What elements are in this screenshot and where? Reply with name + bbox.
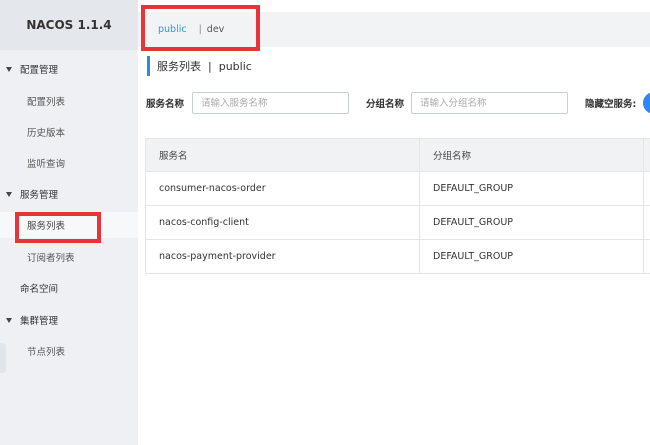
- group-name-input[interactable]: [411, 92, 568, 114]
- service-name-input[interactable]: [192, 92, 349, 114]
- namespace-separator: |: [198, 24, 202, 35]
- sidebar-item-service-list[interactable]: 服务列表: [0, 212, 138, 238]
- page-title-separator: |: [208, 59, 212, 73]
- menu-group-cluster[interactable]: 集群管理: [0, 309, 138, 331]
- table-row[interactable]: nacos-payment-provider DEFAULT_GROUP 1: [146, 239, 650, 273]
- brand-title: NACOS 1.1.4: [0, 0, 138, 50]
- sidebar-item-subscriber-list[interactable]: 订阅者列表: [0, 244, 138, 270]
- namespace-public-link[interactable]: public: [158, 24, 187, 35]
- menu-group-config[interactable]: 配置管理: [0, 58, 138, 80]
- cell-service-name: consumer-nacos-order: [159, 183, 266, 194]
- sidebar-item-listener-query[interactable]: 监听查询: [0, 150, 138, 176]
- page-title-text: 服务列表: [157, 60, 201, 73]
- menu-group-cluster-label: 集群管理: [20, 316, 59, 327]
- scroll-handle[interactable]: [0, 343, 6, 373]
- header-group-name: 分组名称: [419, 139, 643, 171]
- cell-group-name: DEFAULT_GROUP: [419, 240, 643, 273]
- table-row[interactable]: nacos-config-client DEFAULT_GROUP 1: [146, 205, 650, 239]
- page-title: 服务列表 | public: [147, 56, 252, 76]
- table-header: 服务名 分组名称 集: [146, 139, 650, 171]
- caret-down-icon: [6, 191, 12, 197]
- filter-bar: 服务名称 分组名称 隐藏空服务:: [0, 92, 650, 114]
- menu-group-service[interactable]: 服务管理: [0, 183, 138, 205]
- table-row[interactable]: consumer-nacos-order DEFAULT_GROUP 1: [146, 171, 650, 205]
- service-table: 服务名 分组名称 集 consumer-nacos-order DEFAULT_…: [145, 138, 650, 274]
- sidebar-item-node-list[interactable]: 节点列表: [0, 338, 138, 364]
- cell-cluster-count: 1: [643, 172, 650, 205]
- namespace-bar: public | dev: [138, 12, 650, 47]
- cell-service-name: nacos-config-client: [159, 217, 249, 228]
- sidebar: NACOS 1.1.4 配置管理 配置列表 历史版本 监听查询 服务管理 服务列…: [0, 0, 138, 445]
- caret-down-icon: [6, 66, 12, 72]
- page-title-namespace: public: [218, 59, 252, 73]
- hide-empty-label: 隐藏空服务:: [585, 99, 637, 110]
- cell-service-name: nacos-payment-provider: [159, 251, 276, 262]
- namespace-dev-link[interactable]: dev: [207, 24, 225, 35]
- cell-group-name: DEFAULT_GROUP: [419, 206, 643, 239]
- cell-cluster-count: 1: [643, 240, 650, 273]
- menu-group-config-label: 配置管理: [20, 65, 59, 76]
- service-name-label: 服务名称: [146, 99, 185, 110]
- cell-cluster-count: 1: [643, 206, 650, 239]
- header-service-name: 服务名: [159, 151, 188, 162]
- sidebar-item-history[interactable]: 历史版本: [0, 119, 138, 145]
- sidebar-item-namespace[interactable]: 命名空间: [0, 277, 138, 299]
- header-cluster: 集: [643, 139, 650, 171]
- group-name-label: 分组名称: [366, 99, 405, 110]
- cell-group-name: DEFAULT_GROUP: [419, 172, 643, 205]
- menu-group-service-label: 服务管理: [20, 190, 59, 201]
- caret-down-icon: [6, 317, 12, 323]
